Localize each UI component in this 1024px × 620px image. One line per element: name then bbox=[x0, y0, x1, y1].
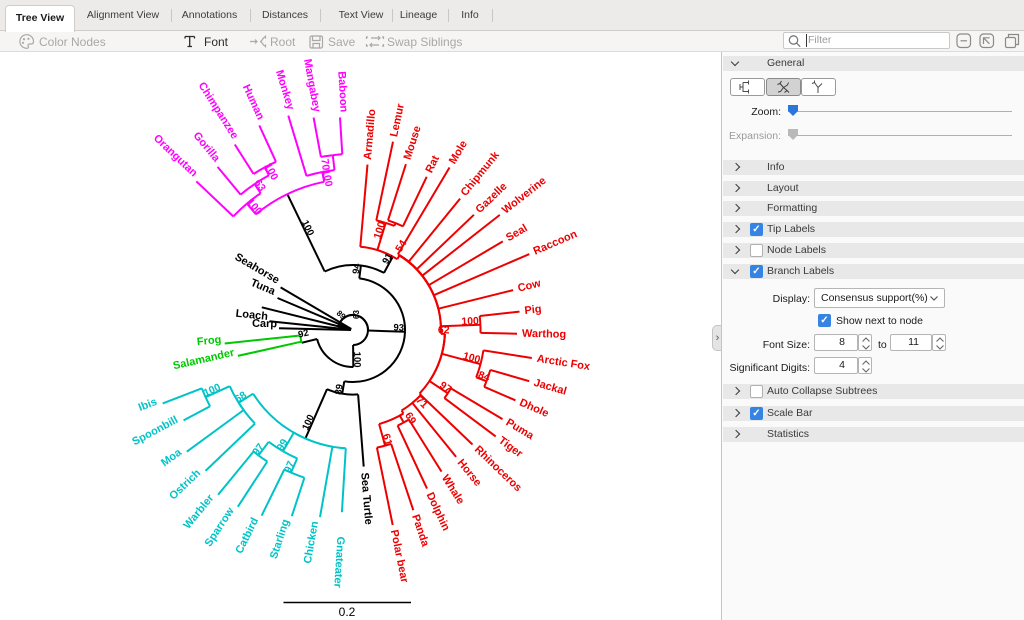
svg-text:97: 97 bbox=[250, 441, 267, 458]
svg-text:Dolphin: Dolphin bbox=[424, 491, 452, 533]
svg-text:Rat: Rat bbox=[423, 153, 442, 174]
svg-text:62: 62 bbox=[438, 324, 450, 336]
svg-text:100: 100 bbox=[372, 220, 389, 240]
svg-text:100: 100 bbox=[461, 315, 479, 328]
svg-text:Horse: Horse bbox=[455, 457, 484, 489]
svg-text:100: 100 bbox=[202, 381, 223, 399]
svg-text:Carp: Carp bbox=[252, 318, 278, 331]
svg-text:Jackal: Jackal bbox=[532, 377, 568, 398]
svg-text:Mangabey: Mangabey bbox=[301, 58, 323, 114]
svg-text:69: 69 bbox=[402, 410, 418, 426]
svg-text:Cow: Cow bbox=[517, 277, 543, 294]
svg-text:Warthog: Warthog bbox=[522, 328, 566, 341]
svg-text:91: 91 bbox=[380, 251, 395, 266]
svg-text:Tiger: Tiger bbox=[496, 435, 525, 461]
svg-text:99: 99 bbox=[275, 437, 291, 453]
svg-text:Mouse: Mouse bbox=[402, 124, 424, 161]
svg-text:Ibis: Ibis bbox=[137, 396, 159, 414]
svg-text:89: 89 bbox=[333, 383, 346, 395]
svg-text:Gnateater: Gnateater bbox=[331, 536, 346, 589]
svg-text:Sparrow: Sparrow bbox=[203, 505, 237, 549]
svg-text:Panda: Panda bbox=[409, 513, 431, 549]
svg-text:100: 100 bbox=[462, 350, 482, 366]
svg-text:94: 94 bbox=[351, 262, 363, 275]
svg-text:Catbird: Catbird bbox=[233, 516, 261, 556]
svg-text:Polar bear: Polar bear bbox=[388, 529, 411, 585]
svg-text:Ostrich: Ostrich bbox=[167, 467, 203, 502]
svg-text:97: 97 bbox=[437, 379, 454, 396]
svg-text:Seal: Seal bbox=[504, 222, 530, 244]
svg-text:Human: Human bbox=[240, 83, 267, 122]
svg-text:Salamander: Salamander bbox=[172, 347, 236, 373]
svg-text:Arctic Fox: Arctic Fox bbox=[536, 353, 592, 373]
svg-text:Whale: Whale bbox=[439, 473, 466, 507]
svg-text:Sea Turtle: Sea Turtle bbox=[358, 472, 374, 525]
svg-text:Wolverine: Wolverine bbox=[500, 175, 549, 217]
svg-text:Armadillo: Armadillo bbox=[362, 108, 378, 160]
svg-text:100: 100 bbox=[320, 168, 335, 188]
svg-text:Baboon: Baboon bbox=[335, 71, 349, 113]
svg-text:Chicken: Chicken bbox=[302, 520, 321, 565]
svg-text:63: 63 bbox=[252, 177, 269, 194]
svg-text:Moa: Moa bbox=[159, 446, 185, 469]
svg-text:100: 100 bbox=[299, 219, 316, 238]
svg-text:68: 68 bbox=[233, 389, 249, 405]
svg-text:100: 100 bbox=[351, 352, 362, 368]
svg-text:Pig: Pig bbox=[524, 303, 542, 317]
svg-text:Monkey: Monkey bbox=[273, 69, 297, 113]
svg-text:Warbler: Warbler bbox=[181, 492, 216, 532]
svg-text:Mole: Mole bbox=[447, 139, 470, 167]
svg-text:Spoonbill: Spoonbill bbox=[130, 414, 180, 448]
svg-text:Frog: Frog bbox=[196, 334, 222, 348]
svg-text:Raccoon: Raccoon bbox=[532, 228, 580, 258]
svg-text:100: 100 bbox=[244, 196, 265, 217]
svg-text:93: 93 bbox=[393, 322, 404, 333]
svg-text:Dhole: Dhole bbox=[518, 397, 551, 420]
svg-text:Gorilla: Gorilla bbox=[191, 130, 223, 165]
svg-text:0.2: 0.2 bbox=[339, 605, 356, 619]
svg-text:70: 70 bbox=[318, 158, 331, 171]
svg-text:Lemur: Lemur bbox=[388, 102, 407, 138]
svg-text:Starling: Starling bbox=[268, 518, 292, 561]
svg-text:100: 100 bbox=[262, 161, 281, 182]
svg-text:63: 63 bbox=[352, 310, 361, 319]
